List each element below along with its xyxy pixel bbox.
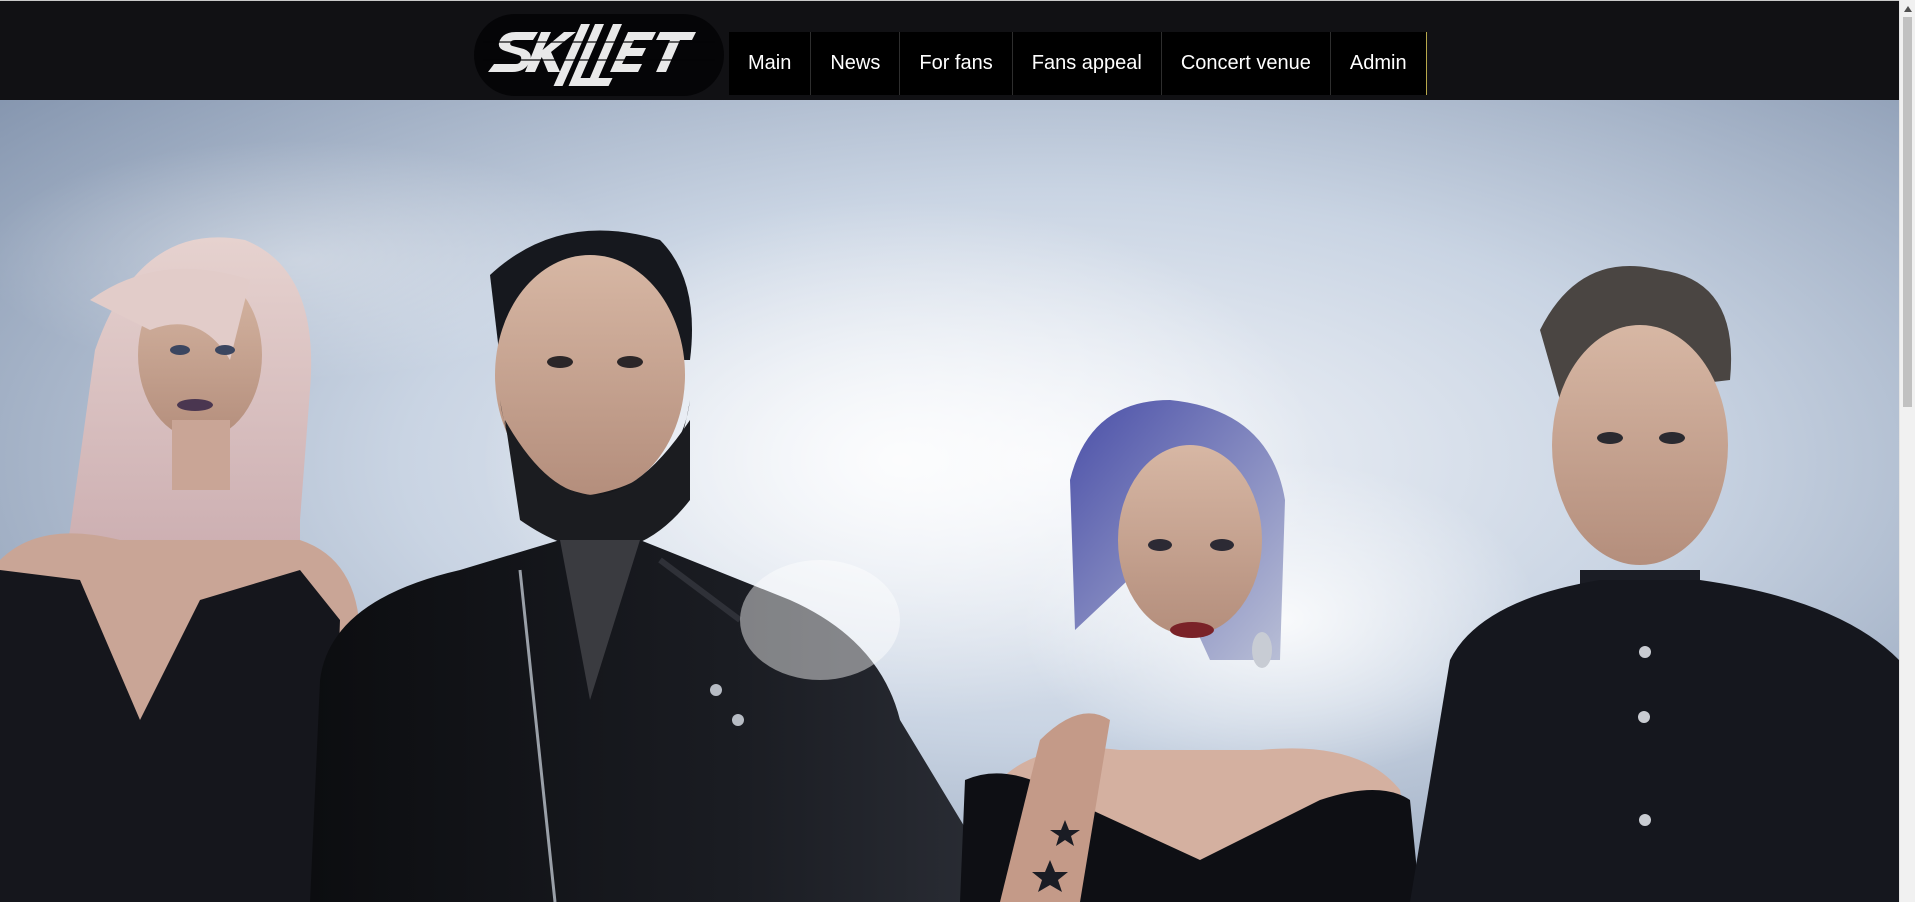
nav-main[interactable]: Main: [729, 32, 811, 95]
scrollbar-thumb[interactable]: [1903, 17, 1912, 407]
site-header: Main News For fans Fans appeal Concert v…: [0, 1, 1899, 100]
logo-wordmark: [483, 24, 715, 86]
hero-banner: [0, 100, 1899, 902]
band-photo: [0, 100, 1899, 902]
nav-concert-venue[interactable]: Concert venue: [1160, 32, 1330, 95]
nav-news[interactable]: News: [810, 32, 900, 95]
nav-for-fans[interactable]: For fans: [899, 32, 1012, 95]
main-nav: Main News For fans Fans appeal Concert v…: [729, 32, 1427, 95]
nav-admin[interactable]: Admin: [1329, 32, 1426, 95]
page: Main News For fans Fans appeal Concert v…: [0, 0, 1915, 902]
nav-fans-appeal[interactable]: Fans appeal: [1011, 32, 1161, 95]
scroll-up-icon[interactable]: [1900, 0, 1915, 17]
site-logo[interactable]: [474, 14, 724, 96]
vertical-scrollbar[interactable]: [1899, 0, 1915, 902]
